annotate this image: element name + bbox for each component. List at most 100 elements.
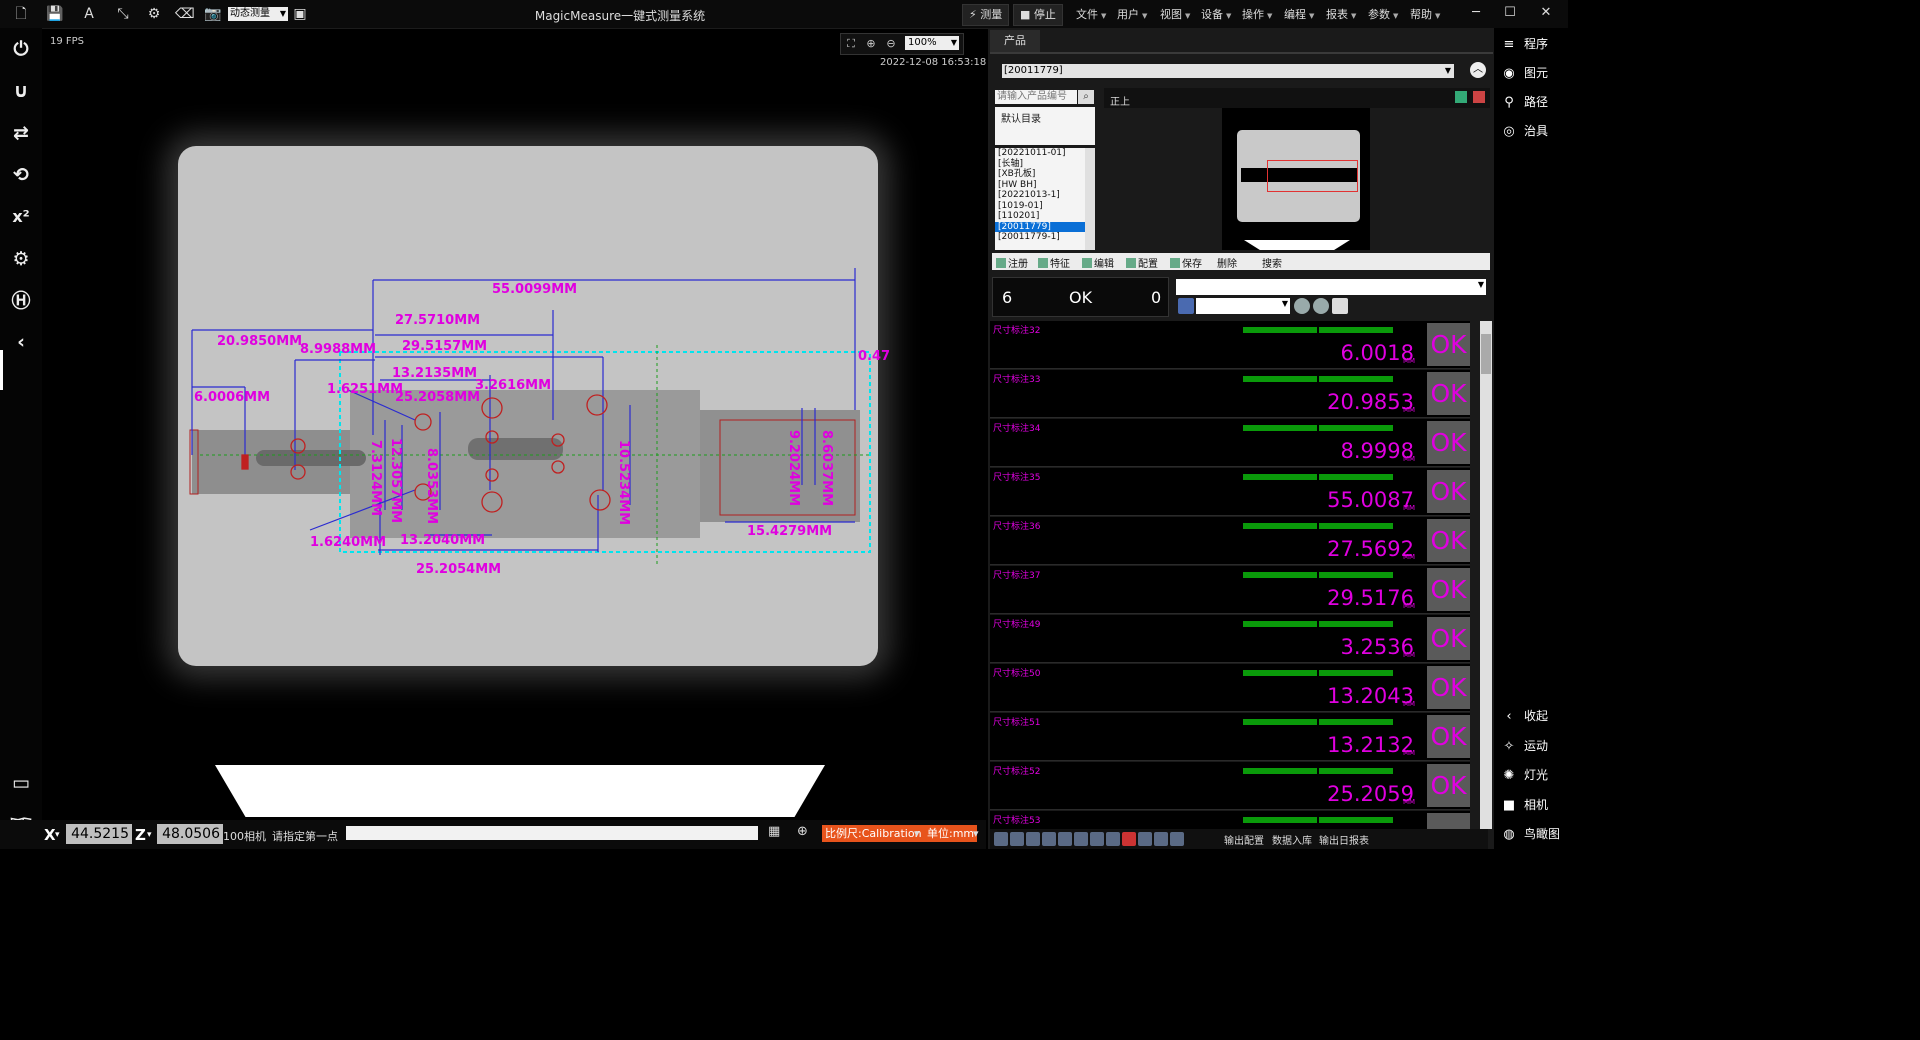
result-card[interactable]: 尺寸标注53 (990, 811, 1470, 829)
zoom-out-icon[interactable]: ⊖ (883, 36, 899, 52)
export-icon[interactable] (1332, 298, 1348, 314)
action-button[interactable]: 注册 (996, 255, 1028, 270)
window-icon[interactable] (1138, 832, 1152, 846)
menu-item[interactable]: 报表 ▼ (1326, 6, 1356, 22)
scale-select[interactable]: 比例尺:Calibration (822, 825, 925, 842)
nav-item[interactable]: ⚲ 路径 (1500, 93, 1548, 110)
power-icon[interactable]: ⏻ (8, 36, 34, 62)
product-list-item[interactable]: [XB孔板] (995, 169, 1085, 180)
swap-icon[interactable]: ⇄ (8, 120, 34, 146)
zoom-in-icon[interactable]: ⊕ (863, 36, 879, 52)
unit-caret-icon[interactable]: ▾ (973, 827, 979, 840)
export-icon[interactable] (1074, 832, 1088, 846)
zoom-in-icon[interactable] (994, 832, 1008, 846)
product-list-item[interactable]: [20221013-1] (995, 190, 1085, 201)
result-action-button[interactable]: 输出日报表 (1319, 832, 1369, 847)
minimize-icon[interactable]: ─ (1466, 4, 1486, 22)
zoom-out-icon[interactable] (1010, 832, 1024, 846)
menu-item[interactable]: 视图 ▼ (1160, 6, 1190, 22)
default-directory[interactable]: 默认目录 (995, 107, 1095, 145)
eraser-icon[interactable]: ⌫ (175, 5, 195, 23)
product-select[interactable]: [20011779] ▼ (1002, 64, 1454, 78)
result-card[interactable]: 尺寸标注35 55.0087 MM OK (990, 468, 1470, 516)
sliders-icon[interactable]: ⚙ (145, 5, 163, 23)
command-field[interactable] (346, 826, 758, 840)
product-list-scrollbar[interactable] (1085, 148, 1095, 250)
search-icon[interactable]: ⌕ (1078, 90, 1094, 104)
preview-add-icon[interactable] (1455, 91, 1467, 103)
preview-tab[interactable]: 正上 (1110, 93, 1130, 108)
result-card[interactable]: 尺寸标注50 13.2043 MM OK (990, 664, 1470, 712)
menu-item[interactable]: 文件 ▼ (1076, 6, 1106, 22)
maximize-icon[interactable]: ☐ (1500, 4, 1520, 22)
result-card[interactable]: 尺寸标注51 13.2132 MM OK (990, 713, 1470, 761)
repeat-icon[interactable]: ⟲ (8, 162, 34, 188)
result-card[interactable]: 尺寸标注49 3.2536 MM OK (990, 615, 1470, 663)
fit-icon[interactable]: ⛶ (843, 36, 859, 52)
product-list-item[interactable]: [20011779-1] (995, 232, 1085, 243)
product-list-item[interactable]: [HW BH] (995, 180, 1085, 191)
text-icon[interactable]: A (80, 5, 98, 23)
save-icon[interactable]: 💾 (46, 5, 64, 23)
action-button[interactable]: 特征 (1038, 255, 1070, 270)
menu-item[interactable]: 操作 ▼ (1242, 6, 1272, 22)
nav-item[interactable]: ◎ 治具 (1500, 122, 1548, 139)
magnet-icon[interactable]: ∪ (8, 78, 34, 104)
result-card[interactable]: 尺寸标注32 6.0018 MM OK (990, 321, 1470, 369)
result-list-scrollbar[interactable] (1480, 321, 1492, 829)
product-list-item[interactable]: [20011779] (995, 221, 1085, 232)
arrow-down-icon[interactable] (1170, 832, 1184, 846)
unit-select[interactable]: 单位:mm (924, 825, 978, 842)
product-search-input[interactable]: 请输入产品编号 (995, 90, 1077, 104)
product-list-item[interactable]: [110201] (995, 211, 1085, 222)
image-icon[interactable] (1106, 832, 1120, 846)
grid-icon[interactable] (1042, 832, 1056, 846)
product-list-item[interactable]: [长轴] (995, 159, 1085, 170)
toggle-a-icon[interactable] (1294, 298, 1310, 314)
chevron-up-icon[interactable]: ︿ (1470, 62, 1486, 78)
nav-item[interactable]: ✧ 运动 (1500, 737, 1548, 754)
close-icon[interactable]: ✕ (1536, 4, 1556, 22)
search-zoom-icon[interactable]: ⊕ (797, 824, 808, 839)
scale-caret-icon[interactable]: ▾ (914, 827, 920, 840)
product-list-item[interactable]: [20221011-01] (995, 148, 1085, 159)
result-card[interactable]: 尺寸标注33 20.9853 MM OK (990, 370, 1470, 418)
camera-icon[interactable]: 📷 (204, 5, 222, 23)
toggle-b-icon[interactable] (1313, 298, 1329, 314)
table-icon[interactable] (1058, 832, 1072, 846)
nav-item[interactable]: ■ 相机 (1500, 796, 1548, 813)
action-button[interactable]: 配置 (1126, 255, 1158, 270)
preview-delete-icon[interactable] (1473, 91, 1485, 103)
nav-item[interactable]: ◍ 鸟瞰图 (1500, 825, 1560, 842)
nav-item[interactable]: ≡ 程序 (1500, 35, 1548, 52)
menu-item[interactable]: 设备 ▼ (1201, 6, 1231, 22)
tab-product[interactable]: 产品 (990, 30, 1040, 52)
measure-button[interactable]: ⚡ 测量 (962, 4, 1010, 26)
result-card[interactable]: 尺寸标注52 25.2059 MM OK (990, 762, 1470, 810)
action-button[interactable]: 保存 (1170, 255, 1202, 270)
zoom-select[interactable]: 100% ▼ (905, 36, 959, 50)
chevron-left-icon[interactable]: ‹ (8, 329, 34, 355)
secondary-select[interactable]: ▼ (1196, 298, 1290, 314)
stop-button[interactable]: ■ 停止 (1013, 4, 1063, 26)
nav-item[interactable]: ‹ 收起 (1500, 707, 1548, 724)
screen-icon[interactable]: ▭ (8, 770, 34, 796)
menu-item[interactable]: 用户 ▼ (1117, 6, 1147, 22)
action-button[interactable]: 编辑 (1082, 255, 1114, 270)
superscript-icon[interactable]: x² (8, 204, 34, 230)
delete-icon[interactable] (1122, 832, 1136, 846)
database-icon[interactable] (1178, 298, 1194, 314)
h-icon[interactable]: Ⓗ (8, 288, 34, 314)
lock-icon[interactable] (1026, 832, 1040, 846)
mode-select[interactable]: 动态测量 ▼ (228, 7, 288, 21)
window-icon[interactable]: ▣ (291, 5, 309, 23)
result-card[interactable]: 尺寸标注34 8.9998 MM OK (990, 419, 1470, 467)
result-card[interactable]: 尺寸标注36 27.5692 MM OK (990, 517, 1470, 565)
product-list-item[interactable]: [1019-01] (995, 201, 1085, 212)
filter-select[interactable]: ▼ (1176, 279, 1486, 295)
calendar-icon[interactable]: ▦ (768, 824, 780, 839)
folder-icon[interactable] (1090, 832, 1104, 846)
settings-icon[interactable]: ⚙ (8, 246, 34, 272)
action-button[interactable]: 删除 (1217, 255, 1237, 270)
result-action-button[interactable]: 输出配置 (1224, 832, 1264, 847)
